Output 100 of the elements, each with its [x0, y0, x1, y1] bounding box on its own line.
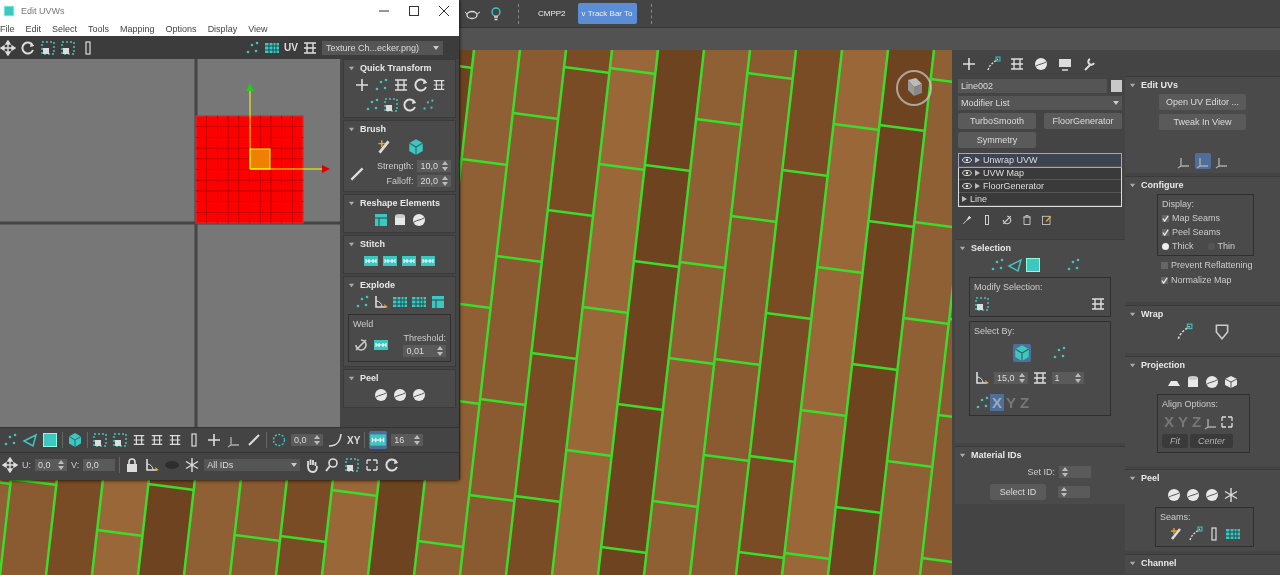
transform-icon[interactable] — [2, 457, 18, 473]
grow-icon[interactable] — [92, 432, 108, 448]
element-icon[interactable] — [67, 432, 83, 448]
rollout-caret-icon[interactable] — [348, 240, 355, 248]
rollout-title[interactable]: Wrap — [1141, 309, 1164, 319]
rollout-caret-icon[interactable] — [1129, 559, 1136, 567]
u-field[interactable]: 0,0 — [35, 459, 67, 471]
expand-arrow-icon[interactable] — [962, 196, 967, 202]
pan-icon[interactable] — [304, 457, 321, 473]
zoom-extents-icon[interactable] — [364, 457, 381, 473]
spinner-icon[interactable] — [58, 460, 64, 470]
eye-icon[interactable] — [962, 182, 972, 190]
rollout-caret-icon[interactable] — [959, 244, 966, 252]
menu-item[interactable]: View — [248, 24, 268, 34]
vertex-icon[interactable] — [989, 257, 1005, 273]
modifier-list-dropdown[interactable]: Modifier List — [958, 96, 1122, 110]
shrink-icon[interactable] — [112, 432, 128, 448]
spinner-icon[interactable] — [442, 176, 448, 186]
modifier-button[interactable]: TurboSmooth — [958, 113, 1036, 129]
falloff-curve-icon[interactable] — [327, 432, 343, 448]
rollout-caret-icon[interactable] — [1129, 474, 1136, 482]
expand-arrow-icon[interactable] — [975, 170, 980, 176]
menu-item[interactable]: File — [0, 24, 15, 34]
rollout-caret-icon[interactable] — [1129, 181, 1136, 189]
checkbox[interactable] — [1162, 228, 1169, 236]
trash-icon[interactable] — [1021, 214, 1033, 226]
stitch-icon[interactable] — [420, 253, 436, 269]
rollout-title[interactable]: Peel — [360, 373, 379, 383]
pin-icon[interactable] — [961, 214, 973, 226]
angle-field[interactable]: 15,0 — [994, 372, 1028, 384]
number-field[interactable]: 20,0 — [417, 175, 451, 187]
stitch-icon[interactable] — [363, 253, 379, 269]
checkbox[interactable] — [1162, 214, 1169, 222]
spinner-icon[interactable] — [1062, 467, 1068, 477]
rotate-left-icon[interactable] — [412, 77, 429, 93]
rotate-icon[interactable] — [20, 39, 36, 56]
rollout-title[interactable]: Configure — [1141, 180, 1184, 190]
grow-icon[interactable] — [974, 296, 990, 312]
object-name-field[interactable]: Line002 — [958, 79, 1107, 93]
toolbar-tab[interactable]: CMPP2 — [534, 3, 570, 24]
rollout-caret-icon[interactable] — [348, 374, 355, 382]
uv-toggle[interactable]: UV — [284, 42, 298, 53]
pivot-icon[interactable] — [353, 77, 370, 93]
rollout-title[interactable]: Peel — [1141, 473, 1160, 483]
move-icon[interactable] — [0, 39, 16, 56]
dropdown-arrow-icon[interactable] — [432, 45, 439, 50]
rollout-title[interactable]: Reshape Elements — [360, 198, 441, 208]
v-field[interactable]: 0,0 — [83, 459, 116, 471]
sphere-icon[interactable] — [410, 212, 427, 228]
menu-item[interactable]: Options — [165, 24, 197, 34]
id-filter-dropdown[interactable]: All IDs — [204, 459, 301, 471]
rollout-title[interactable]: Brush — [360, 124, 386, 134]
rollout-title[interactable]: Quick Transform — [360, 63, 432, 73]
close-icon[interactable] — [439, 6, 449, 16]
angle-field[interactable]: 0,0 — [291, 434, 323, 446]
spinner-icon[interactable] — [1074, 373, 1081, 383]
checkbox[interactable] — [1161, 261, 1168, 269]
rollout-caret-icon[interactable] — [1129, 310, 1136, 318]
menu-item[interactable]: Edit — [25, 24, 42, 34]
menu-item[interactable]: Display — [207, 24, 238, 34]
cube-brush-icon[interactable] — [406, 138, 425, 156]
rollout-title[interactable]: Material IDs — [971, 450, 1022, 460]
spinner-icon[interactable] — [414, 435, 421, 445]
freeform-icon[interactable] — [60, 39, 76, 56]
stack-item[interactable]: FloorGenerator — [959, 180, 1121, 193]
view-cube-icon[interactable] — [894, 68, 934, 108]
rollout-title[interactable]: Channel — [1141, 558, 1177, 568]
rollout-caret-icon[interactable] — [1129, 81, 1136, 89]
action-button[interactable]: Open UV Editor ... — [1159, 94, 1246, 110]
plus-icon[interactable] — [206, 432, 222, 448]
rollout-caret-icon[interactable] — [959, 451, 966, 459]
face-icon[interactable] — [42, 432, 58, 448]
set-id-field[interactable] — [1059, 466, 1091, 478]
checkbox[interactable] — [1161, 276, 1168, 284]
axis-toggle[interactable]: XY — [347, 434, 361, 446]
vertex-icon[interactable] — [2, 432, 18, 448]
rollout-title[interactable]: Stitch — [360, 239, 385, 249]
threshold-field[interactable]: 0,01 — [403, 345, 446, 357]
rollout-caret-icon[interactable] — [348, 281, 355, 289]
rollout-title[interactable]: Edit UVs — [1141, 80, 1178, 90]
stack-item[interactable]: Line — [959, 193, 1121, 206]
stitch-icon[interactable] — [401, 253, 417, 269]
maximize-icon[interactable] — [409, 6, 419, 16]
zoom-icon[interactable] — [324, 457, 341, 473]
rollout-caret-icon[interactable] — [348, 125, 355, 133]
stack-item[interactable]: UVW Map — [959, 167, 1121, 180]
snap-grid-icon[interactable] — [369, 431, 388, 449]
eye-icon[interactable] — [962, 169, 972, 177]
dropdown-arrow-icon[interactable] — [1113, 101, 1119, 105]
rollout-title[interactable]: Projection — [1141, 360, 1185, 370]
number-field[interactable]: 10,0 — [417, 160, 451, 172]
weld-selected-icon[interactable] — [373, 337, 389, 353]
box-icon[interactable] — [1223, 374, 1239, 390]
display-icon[interactable] — [1057, 56, 1073, 72]
texture-dropdown[interactable]: Texture Ch...ecker.png) — [321, 40, 443, 55]
cylinder-icon[interactable] — [1185, 374, 1201, 390]
grid-icon[interactable] — [391, 294, 408, 310]
create-icon[interactable] — [961, 56, 977, 72]
count-field[interactable]: 1 — [1051, 372, 1084, 384]
configure-icon[interactable] — [1041, 214, 1053, 226]
